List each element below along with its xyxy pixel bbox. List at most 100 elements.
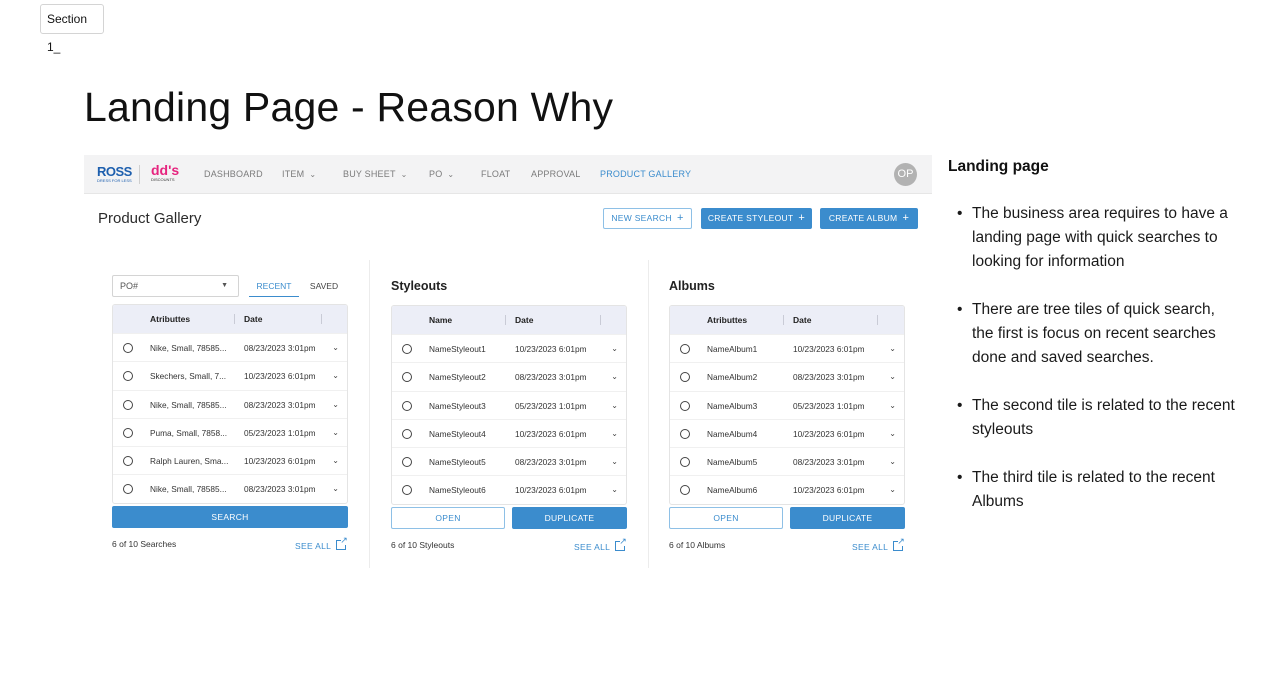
open-styleout-button[interactable]: OPEN <box>391 507 505 529</box>
radio-button[interactable] <box>123 484 133 495</box>
radio-button[interactable] <box>402 372 412 383</box>
table-row[interactable]: NameStyleout4 10/23/2023 6:01pm ⌄ <box>392 418 626 448</box>
nav-item-product-gallery[interactable]: PRODUCT GALLERY <box>600 155 691 194</box>
radio-button[interactable] <box>123 399 133 410</box>
table-row[interactable]: NameAlbum6 10/23/2023 6:01pm ⌄ <box>670 475 904 503</box>
chevron-down-icon[interactable]: ⌄ <box>611 335 618 363</box>
chevron-down-icon[interactable]: ⌄ <box>889 476 896 503</box>
chevron-down-icon[interactable]: ⌄ <box>332 391 339 419</box>
chevron-down-icon[interactable]: ⌄ <box>332 362 339 390</box>
table-row[interactable]: Puma, Small, 7858... 05/23/2023 1:01pm ⌄ <box>113 417 347 447</box>
table-row[interactable]: NameAlbum2 08/23/2023 3:01pm ⌄ <box>670 362 904 390</box>
dds-logo[interactable]: dd's DISCOUNTS <box>151 163 179 182</box>
nav-item-item[interactable]: ITEM ⌄ <box>282 155 316 194</box>
see-all-albums-link[interactable]: SEE ALL <box>852 536 905 552</box>
chevron-down-icon[interactable]: ⌄ <box>332 419 339 447</box>
radio-button[interactable] <box>123 371 133 382</box>
tile-divider <box>648 260 649 568</box>
table-row[interactable]: NameStyleout3 05/23/2023 1:01pm ⌄ <box>392 390 626 420</box>
create-styleout-button[interactable]: CREATE STYLEOUT + <box>701 208 812 229</box>
radio-button[interactable] <box>402 400 412 411</box>
chevron-down-icon[interactable]: ⌄ <box>611 448 618 476</box>
radio-button[interactable] <box>680 457 690 468</box>
albums-table: Atributtes Date NameAlbum1 10/23/2023 6:0… <box>669 305 905 505</box>
notes-list: The business area requires to have a lan… <box>948 202 1238 514</box>
table-header: Name Date <box>392 306 626 334</box>
chevron-down-icon[interactable]: ⌄ <box>332 447 339 475</box>
table-row[interactable]: Nike, Small, 78585... 08/23/2023 3:01pm ⌄ <box>113 389 347 419</box>
radio-button[interactable] <box>680 400 690 411</box>
search-button[interactable]: SEARCH <box>112 506 348 528</box>
duplicate-album-button[interactable]: DUPLICATE <box>790 507 905 529</box>
plus-icon: + <box>798 212 806 224</box>
chevron-down-icon[interactable]: ⌄ <box>332 334 339 362</box>
note-item: There are tree tiles of quick search, th… <box>948 298 1238 370</box>
table-row[interactable]: NameAlbum5 08/23/2023 3:01pm ⌄ <box>670 447 904 475</box>
chevron-down-icon[interactable]: ⌄ <box>889 363 896 391</box>
chevron-down-icon[interactable]: ⌄ <box>889 335 896 363</box>
plus-icon: + <box>676 212 684 224</box>
radio-button[interactable] <box>680 428 690 439</box>
table-row[interactable]: NameStyleout5 08/23/2023 3:01pm ⌄ <box>392 447 626 475</box>
radio-button[interactable] <box>402 457 412 468</box>
chevron-down-icon[interactable]: ⌄ <box>611 363 618 391</box>
chevron-down-icon[interactable]: ⌄ <box>889 448 896 476</box>
chevron-down-icon[interactable]: ⌄ <box>889 420 896 448</box>
table-row[interactable]: Nike, Small, 78585... 08/23/2023 3:01pm ⌄ <box>113 474 347 502</box>
open-album-button[interactable]: OPEN <box>669 507 783 529</box>
radio-button[interactable] <box>123 456 133 467</box>
page-title: Landing Page - Reason Why <box>84 84 614 130</box>
create-album-button[interactable]: CREATE ALBUM + <box>820 208 918 229</box>
chevron-down-icon[interactable]: ⌄ <box>332 475 339 502</box>
chevron-down-icon[interactable]: ⌄ <box>611 420 618 448</box>
nav-item-approval[interactable]: APPROVAL <box>531 155 580 194</box>
tab-recent[interactable]: RECENT <box>249 275 299 297</box>
albums-count: 6 of 10 Albums <box>669 540 726 550</box>
ross-logo[interactable]: ROSS DRESS FOR LESS <box>97 165 132 183</box>
see-all-styleouts-link[interactable]: SEE ALL <box>574 536 627 552</box>
external-link-icon <box>336 535 348 550</box>
column-header-attributes: Atributtes <box>150 314 191 324</box>
table-row[interactable]: Ralph Lauren, Sma... 10/23/2023 6:01pm ⌄ <box>113 446 347 474</box>
search-type-select[interactable]: PO# ▼ <box>112 275 239 297</box>
section-tag[interactable]: Section 1_ <box>40 4 104 54</box>
note-item: The second tile is related to the recent… <box>948 394 1238 442</box>
notes-panel: Landing page The business area requires … <box>948 158 1238 538</box>
styleouts-title: Styleouts <box>391 279 448 293</box>
radio-button[interactable] <box>402 428 412 439</box>
nav-item-float[interactable]: FLOAT <box>481 155 510 194</box>
table-row[interactable]: NameStyleout6 10/23/2023 6:01pm ⌄ <box>392 475 626 503</box>
radio-button[interactable] <box>680 344 690 354</box>
radio-button[interactable] <box>402 344 412 354</box>
radio-button[interactable] <box>402 485 412 496</box>
table-row[interactable]: NameAlbum3 05/23/2023 1:01pm ⌄ <box>670 390 904 420</box>
chevron-down-icon[interactable]: ⌄ <box>611 476 618 503</box>
nav-item-buy-sheet[interactable]: BUY SHEET ⌄ <box>343 155 408 194</box>
table-row[interactable]: NameAlbum4 10/23/2023 6:01pm ⌄ <box>670 418 904 448</box>
styleouts-table: Name Date NameStyleout1 10/23/2023 6:01pm… <box>391 305 627 505</box>
table-row[interactable]: Nike, Small, 78585... 08/23/2023 3:01pm ⌄ <box>113 333 347 361</box>
duplicate-styleout-button[interactable]: DUPLICATE <box>512 507 627 529</box>
nav-item-po[interactable]: PO ⌄ <box>429 155 454 194</box>
table-row[interactable]: NameStyleout2 08/23/2023 3:01pm ⌄ <box>392 362 626 390</box>
chevron-down-icon[interactable]: ⌄ <box>611 392 618 420</box>
new-search-button[interactable]: NEW SEARCH + <box>603 208 692 229</box>
nav-item-dashboard[interactable]: DASHBOARD <box>204 155 263 194</box>
tab-saved[interactable]: SAVED <box>304 275 344 297</box>
chevron-down-icon: ⌄ <box>309 170 317 179</box>
avatar[interactable]: OP <box>894 163 917 186</box>
table-header: Atributtes Date <box>113 305 347 333</box>
column-header-date: Date <box>793 315 812 325</box>
table-row[interactable]: NameAlbum1 10/23/2023 6:01pm ⌄ <box>670 334 904 362</box>
radio-button[interactable] <box>680 372 690 383</box>
radio-button[interactable] <box>123 427 133 438</box>
see-all-searches-link[interactable]: SEE ALL <box>295 535 348 551</box>
column-header-date: Date <box>244 314 263 324</box>
table-row[interactable]: Skechers, Small, 7... 10/23/2023 6:01pm ⌄ <box>113 361 347 389</box>
table-row[interactable]: NameStyleout1 10/23/2023 6:01pm ⌄ <box>392 334 626 362</box>
chevron-down-icon[interactable]: ⌄ <box>889 392 896 420</box>
radio-button[interactable] <box>123 343 133 353</box>
searches-count: 6 of 10 Searches <box>112 539 177 549</box>
table-header: Atributtes Date <box>670 306 904 334</box>
radio-button[interactable] <box>680 485 690 496</box>
